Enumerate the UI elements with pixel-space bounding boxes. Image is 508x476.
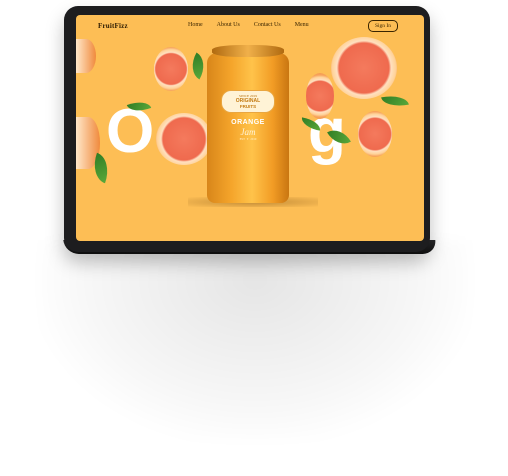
nav-item-contact[interactable]: Contact Us (254, 22, 281, 28)
grapefruit-slice-icon (156, 113, 212, 165)
grapefruit-half-icon (76, 39, 96, 73)
can-fruits-text: FRUITS (239, 104, 257, 109)
can-label: SINCE 2019 ORIGINAL FRUITS ORANGE Jam ES… (215, 90, 281, 165)
can-est-text: EST ✦ 2019 (239, 137, 257, 141)
sign-in-button[interactable]: Sign In (367, 20, 398, 32)
can-lid (212, 45, 284, 57)
grapefruit-slice-icon (306, 73, 334, 119)
can-badge: SINCE 2019 ORIGINAL FRUITS (221, 90, 275, 113)
grapefruit-slice-icon (358, 111, 392, 157)
tablet-screen: FruitFizz Home About Us Contact Us Menu … (76, 15, 424, 241)
nav-item-home[interactable]: Home (188, 22, 203, 28)
nav-item-about[interactable]: About Us (217, 22, 240, 28)
can-est-left: EST (239, 137, 245, 141)
can-product-name: ORANGE (231, 119, 265, 126)
main-nav: Home About Us Contact Us Menu (188, 22, 309, 28)
can-script-text: Jam (240, 127, 256, 137)
device-shadow (40, 240, 470, 440)
grapefruit-slice-icon (154, 47, 188, 91)
grapefruit-slice-icon (331, 37, 397, 99)
can-est-right: 2019 (250, 137, 257, 141)
brand-logo[interactable]: FruitFizz (98, 22, 128, 30)
nav-item-menu[interactable]: Menu (295, 22, 309, 28)
hero-letter-o: O (106, 97, 155, 166)
